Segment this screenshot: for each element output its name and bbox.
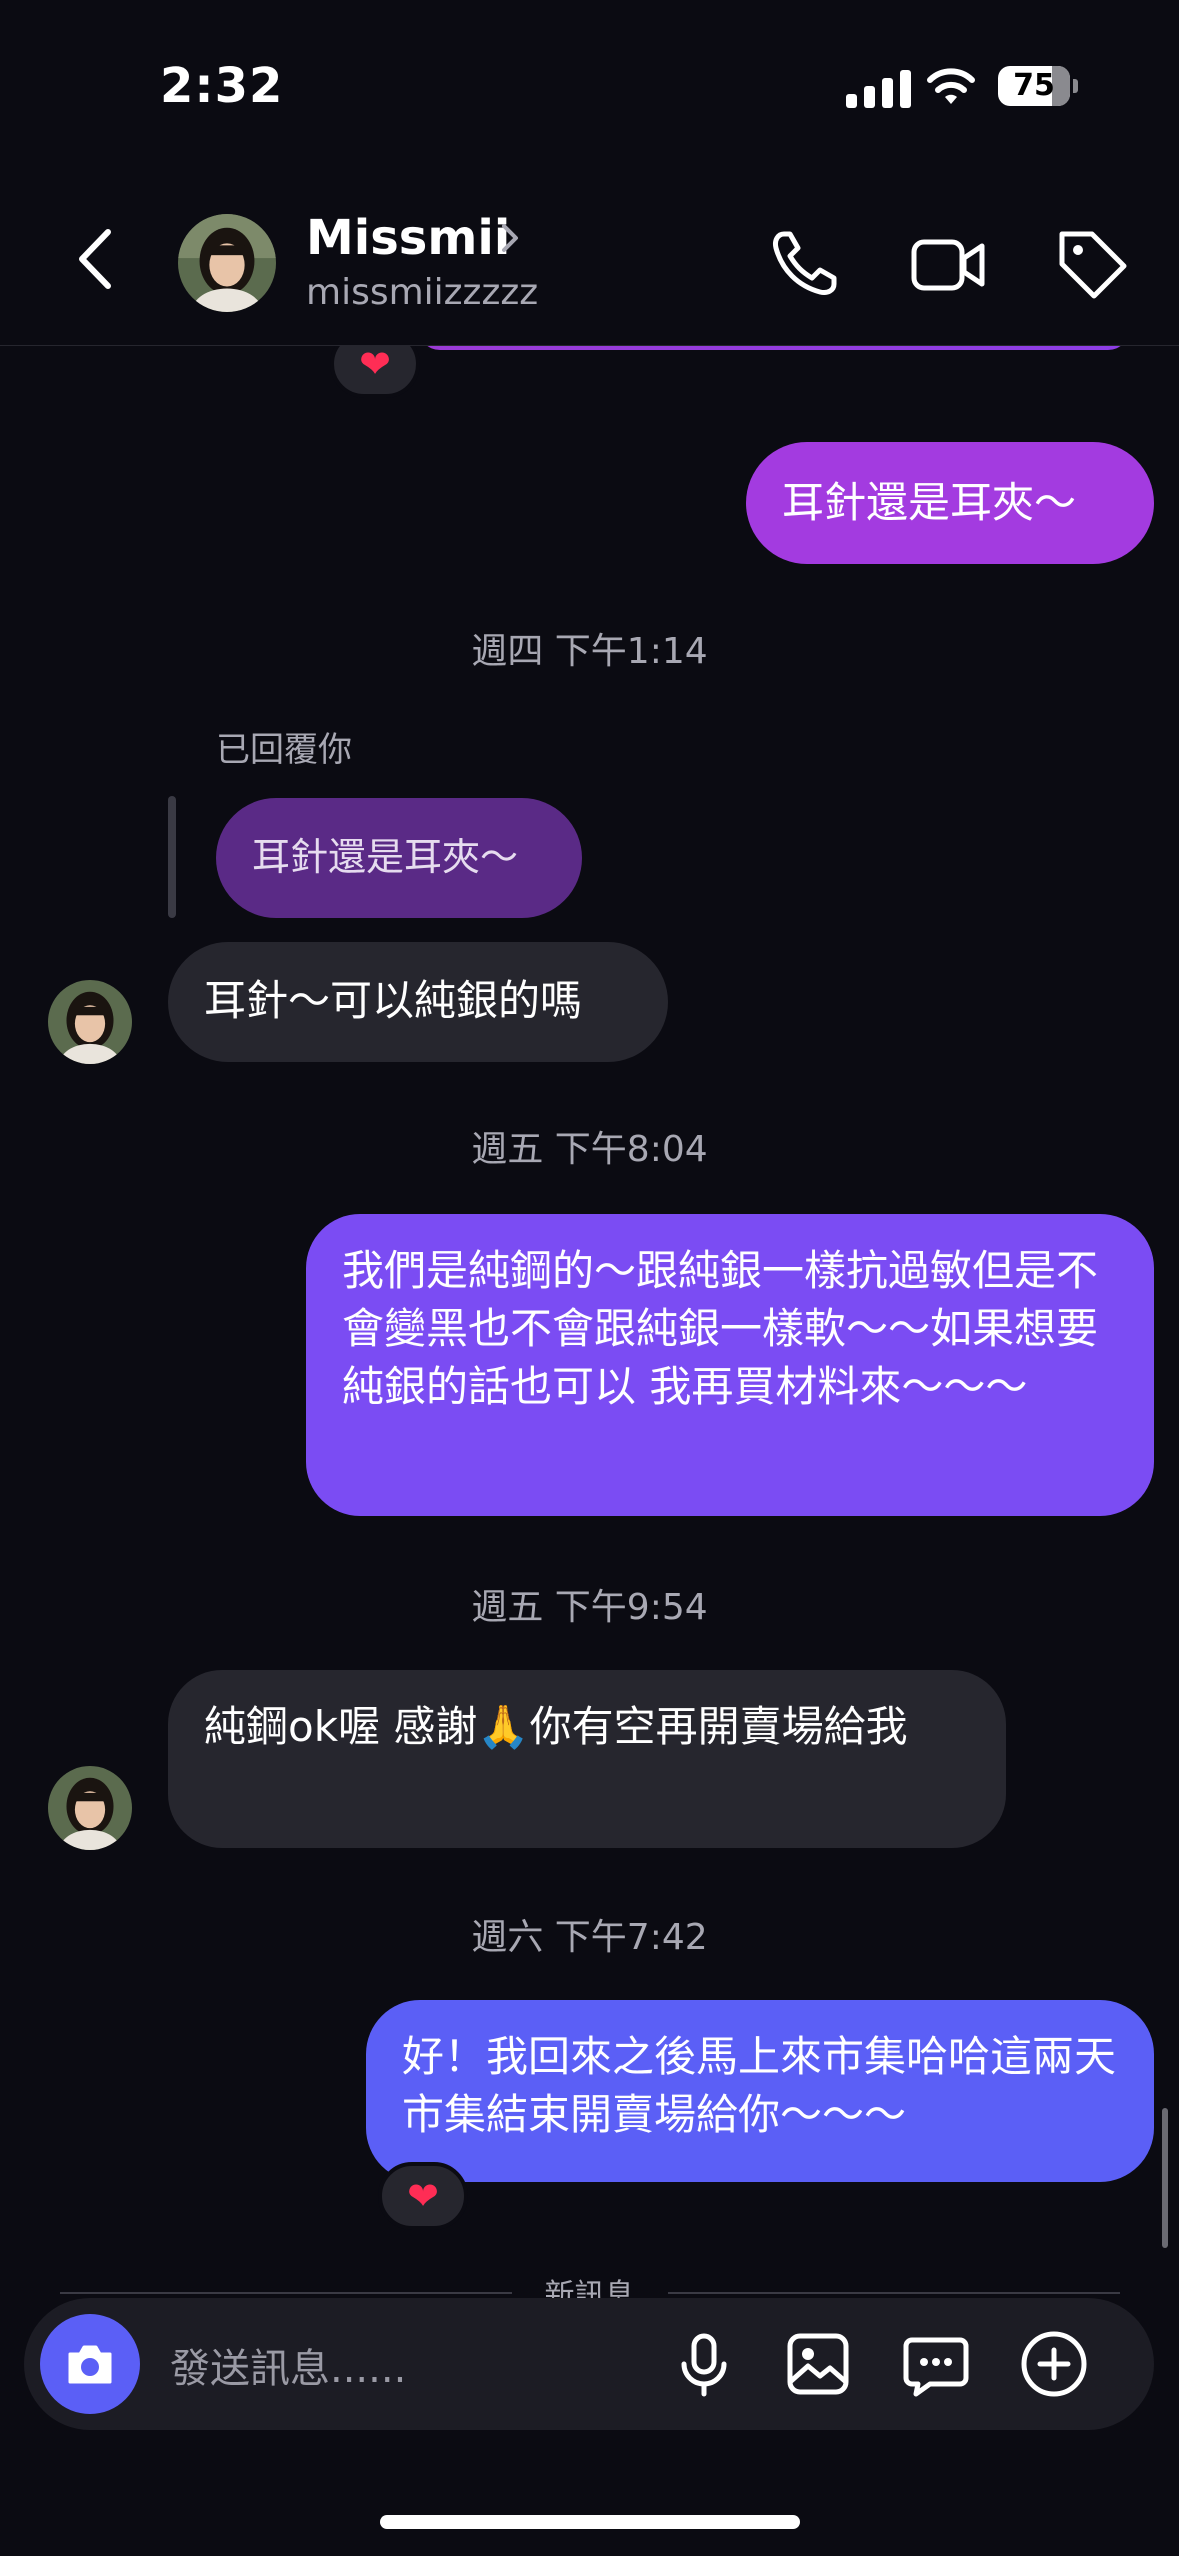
heart-reaction[interactable]: ❤ (378, 2162, 468, 2230)
contact-username[interactable]: missmiizzzzz (306, 272, 538, 313)
avatar[interactable] (48, 1766, 132, 1850)
outgoing-message[interactable]: 我們是純鋼的～跟純銀一樣抗過敏但是不會變黑也不會跟純銀一樣軟～～如果想要純銀的話… (306, 1214, 1154, 1516)
tag-icon[interactable] (1052, 224, 1132, 304)
cellular-signal-icon (846, 68, 911, 108)
phone-icon[interactable] (764, 224, 844, 304)
sticker-icon[interactable] (900, 2328, 972, 2400)
back-icon[interactable] (70, 224, 120, 294)
message-input[interactable]: 發送訊息...... (170, 2336, 406, 2394)
timestamp: 週五 下午9:54 (471, 1587, 708, 1628)
reply-bar (168, 796, 176, 918)
video-icon[interactable] (908, 224, 988, 304)
avatar[interactable] (178, 214, 276, 312)
avatar[interactable] (48, 980, 132, 1064)
chevron-right-icon[interactable] (498, 218, 522, 258)
plus-icon[interactable] (1018, 2328, 1090, 2400)
camera-button[interactable] (40, 2314, 140, 2414)
home-indicator[interactable] (380, 2515, 800, 2529)
chat-screen: 2:32 75 Missmii missmiizzzzz ❤ 耳針還是耳夾～ 週… (0, 0, 1179, 2556)
wifi-icon (927, 68, 975, 104)
incoming-message[interactable]: 耳針～可以純銀的嗎 (168, 942, 668, 1062)
mic-icon[interactable] (668, 2328, 740, 2400)
timestamp: 週五 下午8:04 (471, 1129, 708, 1170)
message-composer: 發送訊息...... (24, 2298, 1154, 2430)
outgoing-message[interactable]: 耳針還是耳夾～ (746, 442, 1154, 564)
contact-name[interactable]: Missmii (306, 210, 510, 266)
scrollbar[interactable] (1162, 2108, 1168, 2248)
incoming-message[interactable]: 純鋼ok喔 感謝🙏你有空再開賣場給我 (168, 1670, 1006, 1848)
reply-label: 已回覆你 (216, 730, 352, 770)
outgoing-message[interactable]: 好！我回來之後馬上來市集哈哈這兩天市集結束開賣場給你～～～ (366, 2000, 1154, 2182)
battery-level: 75 (1013, 68, 1055, 103)
chat-header: Missmii missmiizzzzz (0, 180, 1179, 346)
timestamp: 週四 下午1:14 (471, 631, 708, 672)
quoted-message[interactable]: 耳針還是耳夾～ (216, 798, 582, 918)
timestamp: 週六 下午7:42 (471, 1917, 708, 1958)
status-time: 2:32 (160, 58, 284, 114)
camera-icon (68, 2345, 112, 2384)
image-icon[interactable] (782, 2328, 854, 2400)
battery-indicator: 75 (998, 66, 1078, 106)
